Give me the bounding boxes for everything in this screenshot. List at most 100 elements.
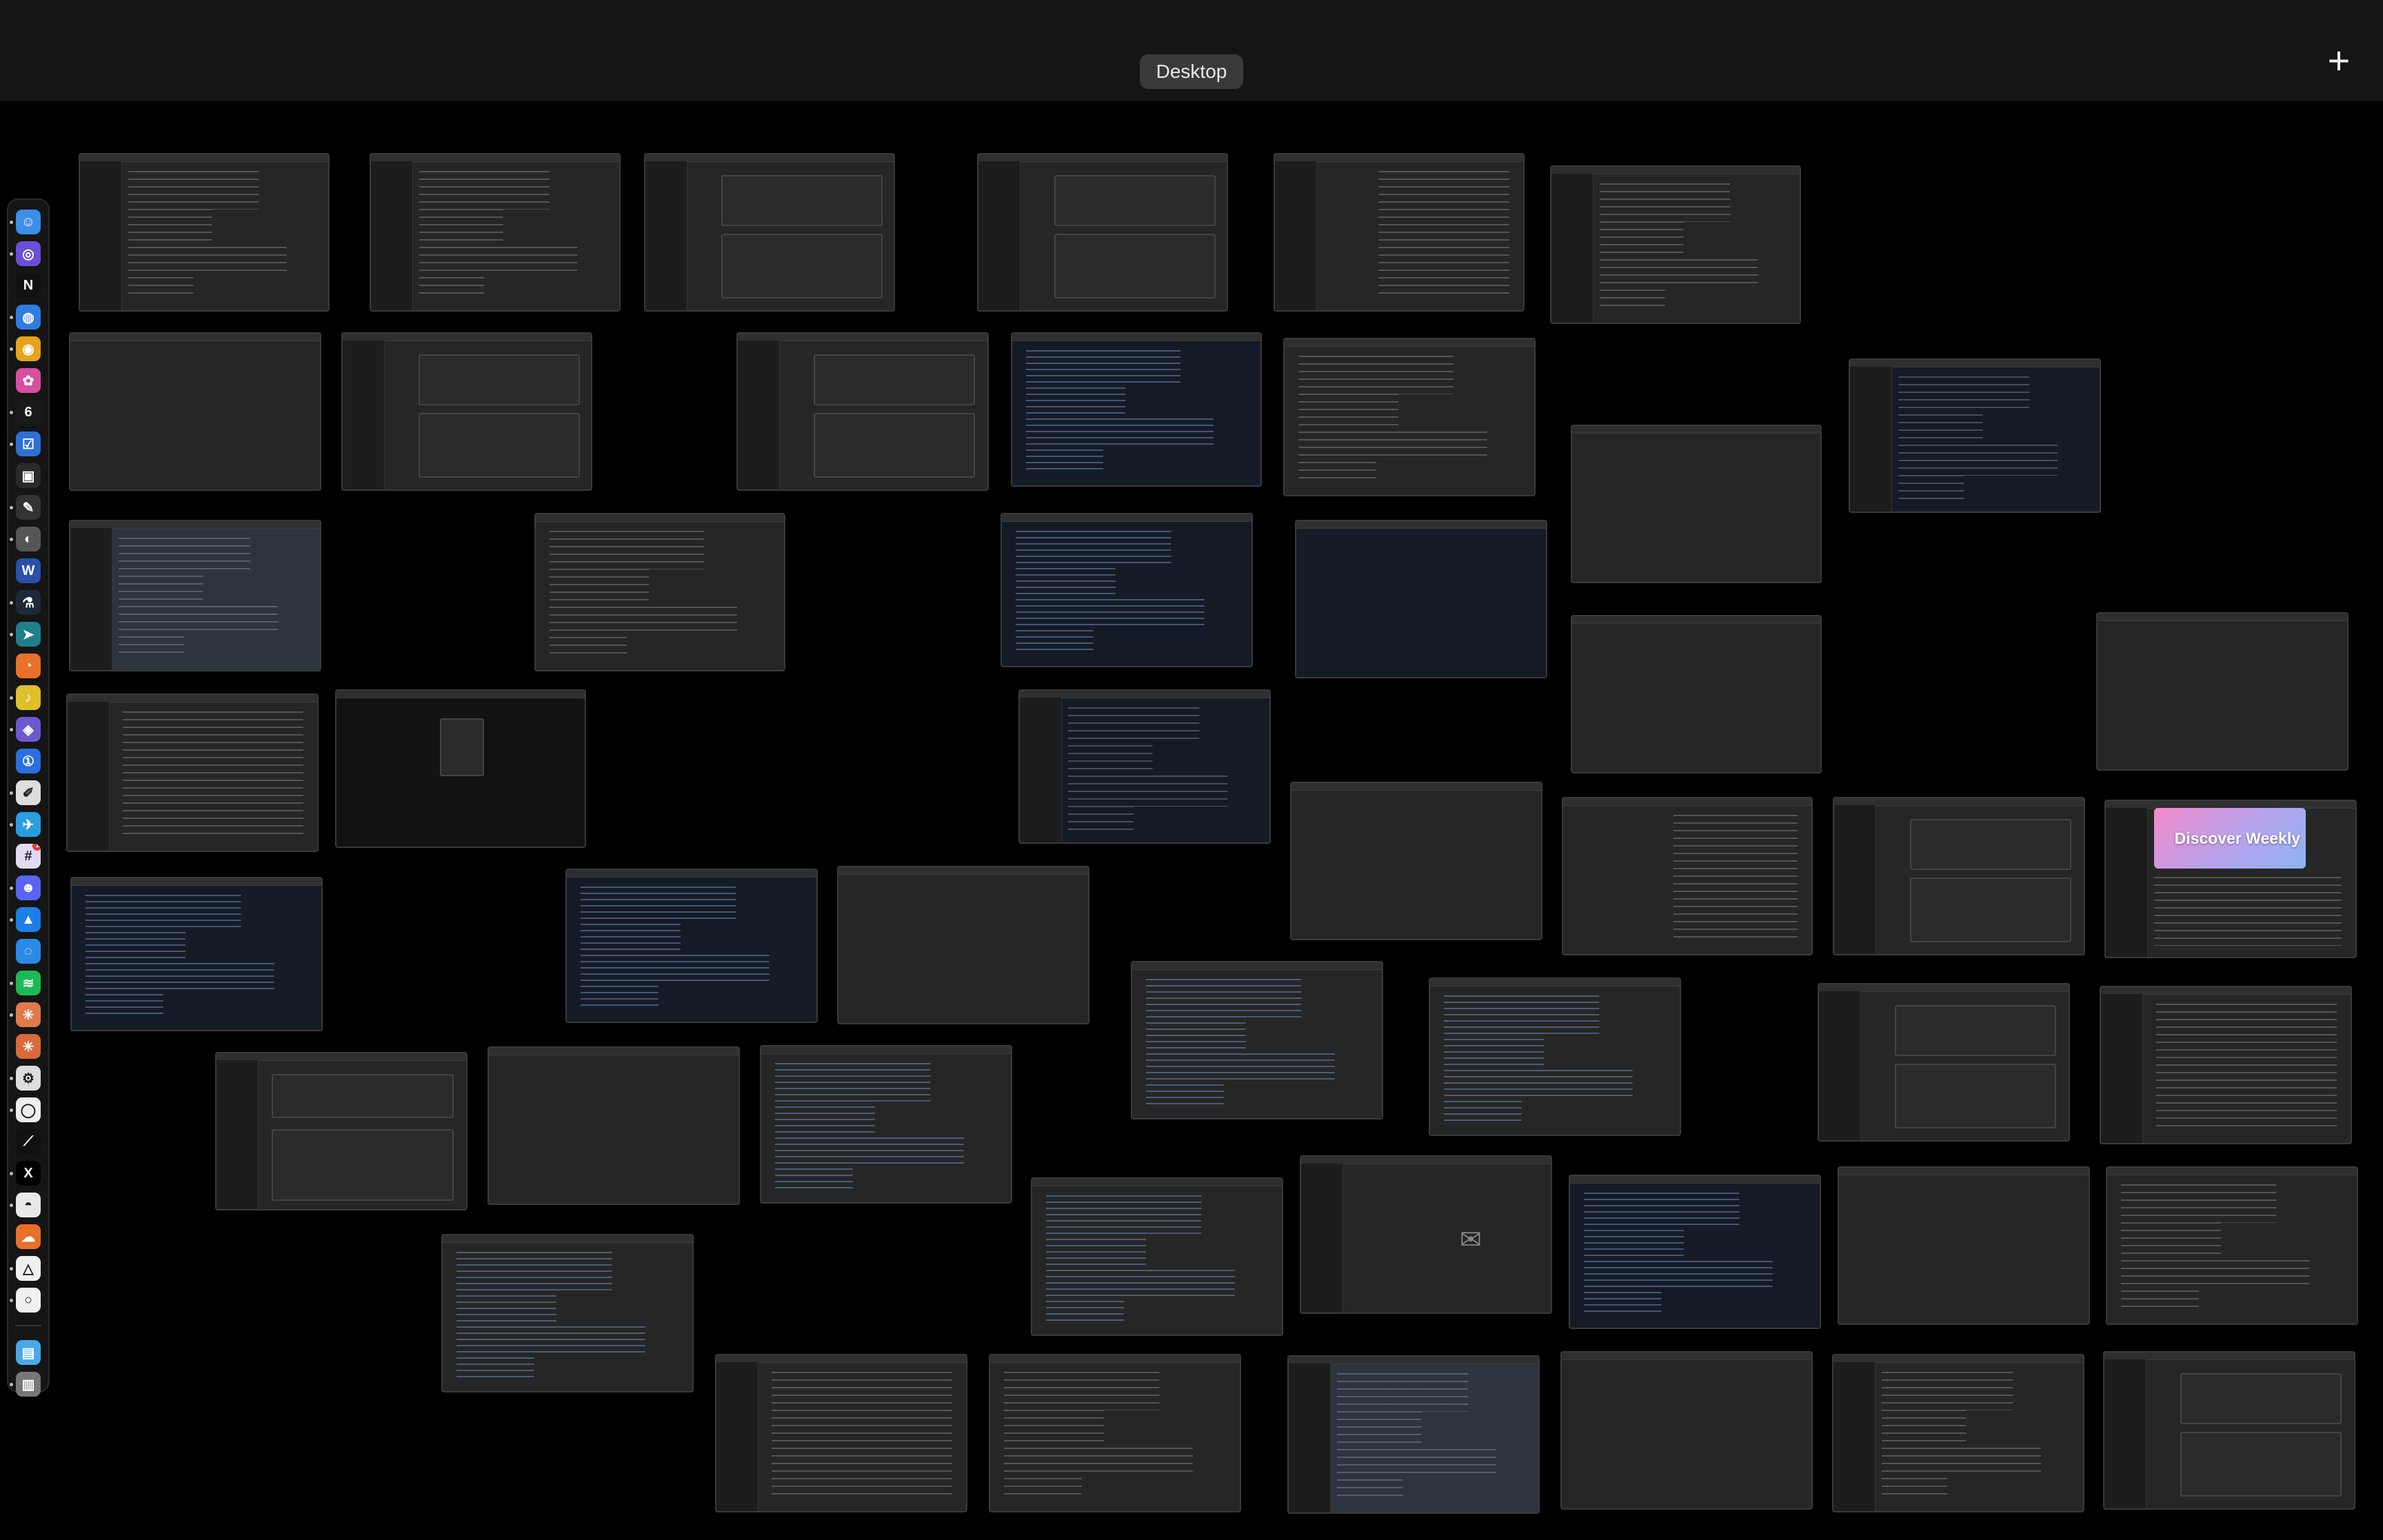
window-thumbnail[interactable] [736,332,989,491]
window-titlebar [489,1048,738,1055]
window-thumbnail[interactable] [1832,1354,2084,1512]
cursor-icon[interactable]: ⟋ [16,1129,41,1154]
window-thumbnail[interactable] [215,1052,467,1210]
scrobbles-icon[interactable]: ♪ [16,685,41,710]
running-indicator [10,982,13,985]
messages-icon[interactable]: ◯ [16,1097,41,1122]
window-thumbnail[interactable] [1818,983,2070,1142]
window-thumbnail[interactable] [1550,165,1801,324]
trash-icon[interactable]: ▥ [16,1372,41,1397]
chrome-icon[interactable]: ◉ [16,336,41,361]
notion-icon[interactable]: N [16,273,41,298]
window-thumbnail[interactable] [1429,977,1681,1136]
window-thumbnail[interactable] [760,1045,1012,1204]
vpn-icon[interactable]: ◈ [16,717,41,742]
window-thumbnail[interactable] [1571,425,1822,583]
window-thumbnail[interactable] [2096,612,2349,771]
window-thumbnail[interactable] [1560,1351,1813,1510]
window-thumbnail[interactable] [1849,358,2101,513]
running-indicator [10,252,13,256]
cube-app-icon[interactable]: ▣ [16,463,41,488]
sphere-app-icon[interactable]: ◐ [16,527,41,551]
window-thumbnail[interactable] [1011,332,1262,487]
word-icon[interactable]: W [16,558,41,583]
window-thumbnail[interactable] [1562,797,1813,955]
window-titlebar [2098,614,2347,621]
send-icon[interactable]: ➤ [16,622,41,647]
linear-icon[interactable]: ◓ [16,1193,41,1217]
window-thumbnail[interactable] [79,153,330,312]
finder-icon[interactable]: ☺ [16,210,41,234]
window-thumbnail[interactable] [534,513,785,671]
claude-icon[interactable]: ✳ [16,1002,41,1027]
tasks-icon[interactable]: ☑ [16,432,41,456]
desktop-space-pill[interactable]: Desktop [1140,54,1243,89]
window-thumbnail[interactable] [341,332,592,491]
1password-icon[interactable]: ① [16,749,41,773]
window-thumbnail[interactable] [1283,338,1536,496]
window-thumbnail[interactable] [1031,1177,1283,1336]
window-thumbnail[interactable]: Discover Weekly [2104,800,2357,958]
window-thumbnail[interactable] [1295,520,1547,678]
window-thumbnail[interactable] [370,153,621,312]
reeder-icon[interactable]: ◔ [16,654,41,678]
chatgpt-icon[interactable]: ⚙ [16,1066,41,1091]
window-sidebar [2106,808,2148,957]
window-thumbnail[interactable] [2106,1166,2358,1325]
notes-icon[interactable]: ✐ [16,780,41,805]
window-thumbnail[interactable] [989,1354,1241,1512]
window-thumbnail[interactable] [69,520,321,671]
slack-icon[interactable]: #1 [16,844,41,869]
window-thumbnail[interactable] [70,877,323,1031]
window-thumbnail[interactable] [2100,986,2352,1144]
flask-icon[interactable]: ⚗ [16,590,41,615]
window-thumbnail[interactable] [837,866,1089,1024]
claude-code-icon[interactable]: ✳ [16,1034,41,1059]
photos-icon[interactable]: ✿ [16,368,41,393]
window-thumbnail[interactable] [441,1234,694,1392]
window-panel [440,718,484,776]
window-thumbnail[interactable] [1287,1355,1540,1514]
window-thumbnail[interactable] [715,1354,967,1512]
window-thumbnail[interactable] [69,332,321,491]
window-thumbnail[interactable] [977,153,1228,312]
window-thumbnail[interactable] [1131,961,1383,1119]
window-thumbnail[interactable] [487,1046,740,1205]
safari-icon[interactable]: ◍ [16,305,41,330]
window-thumbnail[interactable] [1001,513,1253,667]
window-thumbnail[interactable] [1571,615,1822,773]
calendar-icon[interactable]: 6 [16,400,41,425]
window-thumbnail[interactable]: ✉ [1300,1155,1552,1314]
window-titlebar [990,1355,1240,1363]
globe-app-icon[interactable]: ◌ [16,939,41,964]
window-thumbnail[interactable] [565,869,818,1023]
telegram-icon[interactable]: ✈ [16,812,41,837]
window-thumbnail[interactable] [1569,1175,1821,1329]
pen-tool-icon[interactable]: ✎ [16,495,41,520]
cloud-app-icon[interactable]: ☁ [16,1224,41,1249]
arc-browser-icon[interactable]: ◎ [16,241,41,266]
window-thumbnail[interactable] [1274,153,1525,312]
window-sidebar [1834,805,1876,954]
testflight-icon[interactable]: ▲ [16,907,41,932]
circle-app-icon[interactable]: ○ [16,1288,41,1313]
window-thumbnail[interactable] [1290,782,1542,940]
running-indicator [10,443,13,446]
downloads-folder-icon[interactable]: ▤ [16,1340,41,1365]
window-content-lines [1898,376,2058,500]
window-thumbnail[interactable] [66,693,319,852]
window-thumbnail[interactable] [1833,797,2085,955]
window-titlebar [1296,521,1546,529]
spotify-icon[interactable]: ≋ [16,971,41,995]
window-thumbnail[interactable] [1018,689,1271,844]
discord-icon[interactable]: ☻ [16,875,41,900]
window-thumbnail[interactable] [1838,1166,2090,1325]
window-thumbnail[interactable] [644,153,895,312]
window-thumbnail[interactable] [335,689,586,848]
x-icon[interactable]: X [16,1161,41,1186]
mountain-app-icon[interactable]: △ [16,1256,41,1281]
running-indicator [10,633,13,636]
add-space-button[interactable]: + [2318,41,2360,83]
window-content-lines [772,1372,952,1500]
window-thumbnail[interactable] [2103,1351,2355,1510]
